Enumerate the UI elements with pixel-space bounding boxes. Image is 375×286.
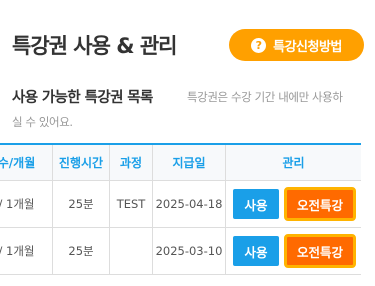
ticket-table: 수/개월 진행시간 과정 지급일 관리 / 1개월 25분 TEST 2025-…	[0, 143, 361, 275]
available-list-heading: 사용 가능한 특강권 목록	[12, 90, 153, 106]
issued-date-cell: 2025-03-10	[153, 228, 226, 274]
period-cell: / 1개월	[0, 181, 53, 227]
course-cell	[110, 228, 153, 274]
use-button[interactable]: 사용	[233, 189, 279, 219]
manage-cell: 사용 오전특강	[226, 181, 361, 227]
table-header-row: 수/개월 진행시간 과정 지급일 관리	[0, 145, 361, 181]
usage-note: 특강권은 수강 기간 내에만 사용하	[187, 90, 343, 104]
question-icon: ?	[251, 37, 267, 53]
column-header-duration: 진행시간	[53, 145, 110, 180]
course-cell: TEST	[110, 181, 153, 227]
how-to-apply-label: 특강신청방법	[273, 39, 342, 55]
column-header-course: 과정	[110, 145, 153, 180]
ticket-table-viewport[interactable]: 수/개월 진행시간 과정 지급일 관리 / 1개월 25분 TEST 2025-…	[0, 143, 375, 286]
manage-cell: 사용 오전특강	[226, 228, 361, 274]
duration-cell: 25분	[53, 228, 110, 274]
column-header-period: 수/개월	[0, 145, 53, 180]
column-header-issued-date: 지급일	[153, 145, 226, 180]
column-header-manage: 관리	[282, 156, 305, 170]
usage-note-continued: 실 수 있어요.	[12, 115, 73, 129]
table-row: / 1개월 25분 2025-03-10 사용 오전특강	[0, 228, 361, 275]
table-row: / 1개월 25분 TEST 2025-04-18 사용 오전특강	[0, 181, 361, 228]
page-title: 특강권 사용 & 관리	[12, 34, 177, 58]
duration-cell: 25분	[53, 181, 110, 227]
morning-special-button[interactable]: 오전특강	[284, 234, 356, 268]
use-button[interactable]: 사용	[233, 236, 279, 266]
how-to-apply-button[interactable]: ? 특강신청방법	[229, 29, 364, 61]
morning-special-button[interactable]: 오전특강	[284, 187, 356, 221]
special-lecture-page: 특강권 사용 & 관리 ? 특강신청방법 사용 가능한 특강권 목록 특강권은 …	[0, 0, 375, 286]
issued-date-cell: 2025-04-18	[153, 181, 226, 227]
period-cell: / 1개월	[0, 228, 53, 274]
